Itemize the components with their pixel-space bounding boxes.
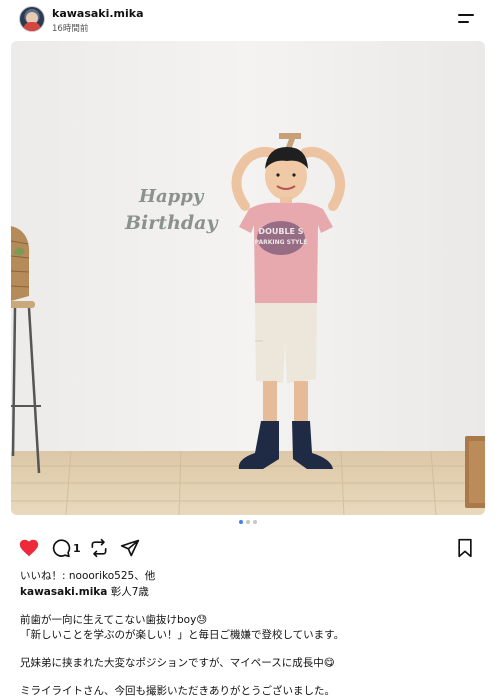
hamburger-menu-icon[interactable] <box>456 12 476 26</box>
send-icon <box>120 539 140 557</box>
shirt-print-line1: DOUBLE S <box>258 227 303 236</box>
caption-line: 兄妹弟に挟まれた大変なポジションですが、マイペースに成長中😋 <box>20 657 335 669</box>
carousel-indicator[interactable] <box>0 520 495 530</box>
carousel-dot-2[interactable] <box>245 520 250 524</box>
carousel-dot-1[interactable] <box>238 520 243 524</box>
post-photo[interactable]: Happy Birthday DOUBLE S PARKING STYLE <box>11 41 485 515</box>
shirt-print-line2: PARKING STYLE <box>255 239 308 246</box>
post-timestamp: 16時間前 <box>52 24 89 34</box>
carousel-dot-3[interactable] <box>252 520 257 524</box>
caption-username[interactable]: kawasaki.mika <box>20 586 107 598</box>
caption-line: 前歯が一向に生えてこない歯抜けboy😓 <box>20 614 208 626</box>
comment-button[interactable]: 1 <box>51 536 81 560</box>
comment-count: 1 <box>73 541 81 555</box>
likes-summary[interactable]: いいね！: noooriko525、他 <box>20 568 155 583</box>
bookmark-icon <box>458 538 472 558</box>
photo-wood-box <box>465 436 485 508</box>
share-button[interactable] <box>120 536 140 560</box>
profile-avatar[interactable] <box>19 6 45 32</box>
sign-happy: Happy <box>138 186 205 207</box>
avatar-body <box>23 22 41 31</box>
action-bar: 1 <box>0 536 495 560</box>
caption-title: 彰人7歳 <box>107 586 149 598</box>
caption-line: ミライライトさん、今回も撮影いただきありがとうございました。 <box>20 685 335 697</box>
post-username[interactable]: kawasaki.mika <box>52 7 144 20</box>
menu-line-top <box>458 14 474 16</box>
photo-scene: Happy Birthday DOUBLE S PARKING STYLE <box>11 41 485 515</box>
photo-wall <box>11 41 485 451</box>
post-header: kawasaki.mika 16時間前 <box>0 0 495 40</box>
sign-birthday: Birthday <box>124 212 219 234</box>
caption-line: 「新しいことを学ぶのが楽しい！」と毎日ご機嫌で登校しています。 <box>20 629 345 641</box>
comment-icon <box>52 539 71 558</box>
like-button[interactable] <box>18 536 40 560</box>
heart-icon <box>19 539 39 557</box>
menu-line-bottom <box>458 21 469 23</box>
save-button[interactable] <box>456 536 474 560</box>
repost-button[interactable] <box>89 536 109 560</box>
repost-icon <box>91 538 107 558</box>
caption-first-line: kawasaki.mika 彰人7歳 <box>20 584 149 599</box>
